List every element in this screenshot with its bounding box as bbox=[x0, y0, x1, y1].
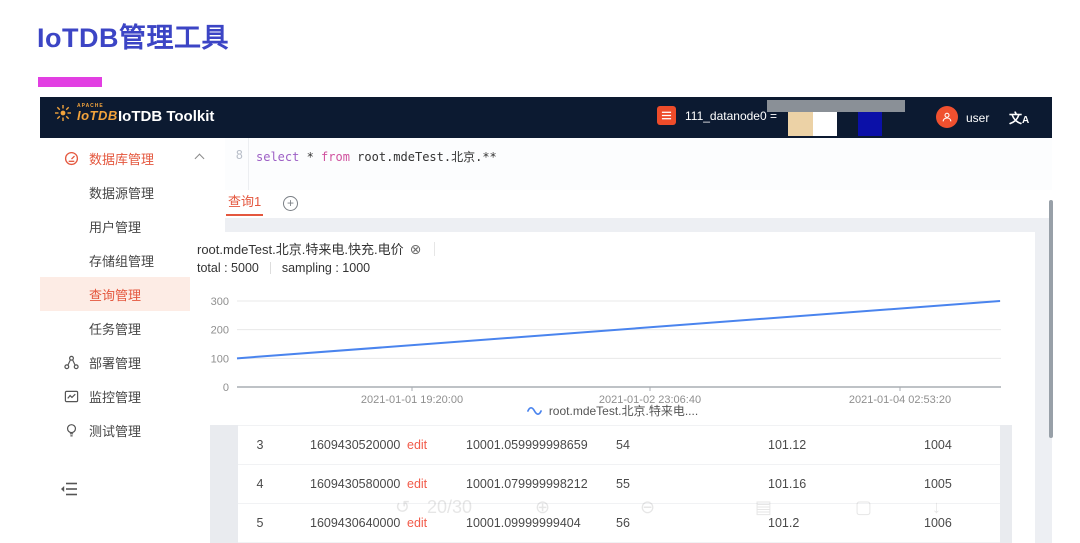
table-row: 5 1609430640000 edit 10001.09999999404 56 101… bbox=[238, 504, 1000, 543]
person-icon bbox=[942, 112, 952, 122]
sunburst-logo-icon bbox=[54, 104, 72, 122]
query-tabbar: 查询1 + bbox=[225, 190, 1052, 218]
test-icon bbox=[64, 423, 79, 438]
swatch-white bbox=[813, 112, 837, 136]
stats-divider bbox=[269, 262, 271, 274]
table-cell: 101.2 bbox=[768, 516, 800, 530]
table-row: 4 1609430580000 edit 10001.079999998212 55 10… bbox=[238, 465, 1000, 504]
sidebar-item-label: 数据源管理 bbox=[89, 185, 155, 201]
table-cell: 101.12 bbox=[768, 438, 807, 452]
sidebar-collapse-icon[interactable] bbox=[60, 481, 78, 497]
chart-legend[interactable]: root.mdeTest.北京.特来电.... bbox=[190, 402, 1035, 419]
table-cell: 101.16 bbox=[768, 477, 807, 491]
language-switch-icon[interactable]: 文A bbox=[1009, 108, 1029, 127]
iotdb-wordmark: IoTDB bbox=[77, 108, 118, 123]
sampling-count: sampling : 1000 bbox=[281, 261, 371, 275]
datanode-selector[interactable]: 111_datanode0 = bbox=[657, 106, 777, 125]
table-left-gutter[interactable] bbox=[210, 425, 238, 543]
table-row: 3 1609430520000 edit 10001.059999998659 54 10… bbox=[238, 426, 1000, 465]
table-cell: 1004 bbox=[924, 438, 952, 452]
sidebar-item-label: 任务管理 bbox=[89, 321, 142, 337]
svg-text:0: 0 bbox=[223, 382, 229, 394]
page-title: IoTDB管理工具 bbox=[37, 23, 229, 53]
edit-link[interactable]: edit bbox=[406, 477, 466, 491]
table-cell: 56 bbox=[616, 516, 630, 530]
sidebar-item-数据库管理[interactable]: 数据库管理 bbox=[40, 141, 225, 175]
table-cell: 5 bbox=[256, 516, 264, 530]
table-cell: 1006 bbox=[924, 516, 952, 530]
result-series-title: root.mdeTest.北京.特来电.快充.电价 bbox=[197, 242, 404, 257]
monitor-icon bbox=[64, 389, 79, 404]
tab-query1[interactable]: 查询1 bbox=[226, 190, 264, 216]
table-cell: 1609430520000 bbox=[310, 438, 401, 452]
table-cell: 54 bbox=[616, 438, 630, 452]
edit-link[interactable]: edit bbox=[406, 516, 466, 530]
table-cell: 4 bbox=[256, 477, 264, 491]
username-label: user bbox=[966, 111, 990, 125]
legend-series-name: root.mdeTest.北京.特来电.... bbox=[548, 404, 699, 418]
line-chart: 0 100 200 300 2021-01-01 19:20:00 2021-01-02 … bbox=[190, 288, 1035, 404]
total-count: total : 5000 bbox=[197, 261, 259, 275]
gauge-icon bbox=[64, 151, 79, 166]
table-cell: 1609430580000 bbox=[310, 477, 401, 491]
swatch-navy bbox=[858, 112, 882, 136]
datanode-list-icon bbox=[657, 106, 676, 125]
svg-text:200: 200 bbox=[211, 325, 229, 337]
table-cell: 10001.059999998659 bbox=[466, 438, 588, 452]
svg-text:300: 300 bbox=[211, 296, 229, 308]
user-avatar[interactable] bbox=[936, 106, 958, 128]
vertical-scrollbar[interactable] bbox=[1049, 200, 1053, 438]
sidebar-item-label: 查询管理 bbox=[89, 287, 142, 303]
add-tab-icon[interactable]: + bbox=[283, 196, 298, 211]
deploy-icon bbox=[64, 355, 79, 370]
close-result-icon[interactable]: ⊗ bbox=[410, 242, 422, 256]
sql-statement: select * from root.mdeTest.北京.** bbox=[256, 150, 497, 164]
app-brand-title: IoTDB Toolkit bbox=[118, 108, 215, 125]
chevron-up-icon[interactable] bbox=[194, 153, 205, 164]
sql-editor[interactable]: 8 select * from root.mdeTest.北京.** bbox=[225, 138, 1052, 190]
redacted-bar bbox=[767, 100, 905, 112]
table-cell: 1609430640000 bbox=[310, 516, 401, 530]
query-result-panel: root.mdeTest.北京.特来电.快充.电价 ⊗ total : 5000… bbox=[190, 232, 1035, 543]
title-accent-bar bbox=[38, 77, 102, 87]
table-cell: 10001.09999999404 bbox=[466, 516, 581, 530]
swatch-tan bbox=[788, 112, 813, 136]
result-table-section: 3 1609430520000 edit 10001.059999998659 54 10… bbox=[190, 425, 1035, 543]
edit-link[interactable]: edit bbox=[406, 438, 466, 452]
header-divider bbox=[434, 241, 436, 256]
table-cell: 55 bbox=[616, 477, 630, 491]
table-right-gutter[interactable] bbox=[1000, 425, 1012, 543]
sidebar-item-label: 数据库管理 bbox=[89, 151, 155, 167]
wave-icon bbox=[526, 406, 542, 415]
sidebar-item-label: 用户管理 bbox=[89, 219, 142, 235]
sidebar-item-label: 监控管理 bbox=[89, 389, 142, 405]
iotdb-logo: APACHE IoTDB bbox=[54, 104, 118, 122]
table-cell: 3 bbox=[256, 438, 264, 452]
sidebar-item-label: 存储组管理 bbox=[89, 253, 155, 269]
editor-line-number: 8 bbox=[225, 138, 249, 190]
datanode-label: 111_datanode0 = bbox=[685, 108, 777, 123]
sidebar-item-label: 测试管理 bbox=[89, 423, 142, 439]
table-cell: 10001.079999998212 bbox=[466, 477, 588, 491]
svg-text:100: 100 bbox=[211, 353, 229, 365]
table-cell: 1005 bbox=[924, 477, 952, 491]
sidebar-item-label: 部署管理 bbox=[89, 355, 142, 371]
sidebar-item-数据源管理[interactable]: 数据源管理 bbox=[40, 175, 225, 209]
